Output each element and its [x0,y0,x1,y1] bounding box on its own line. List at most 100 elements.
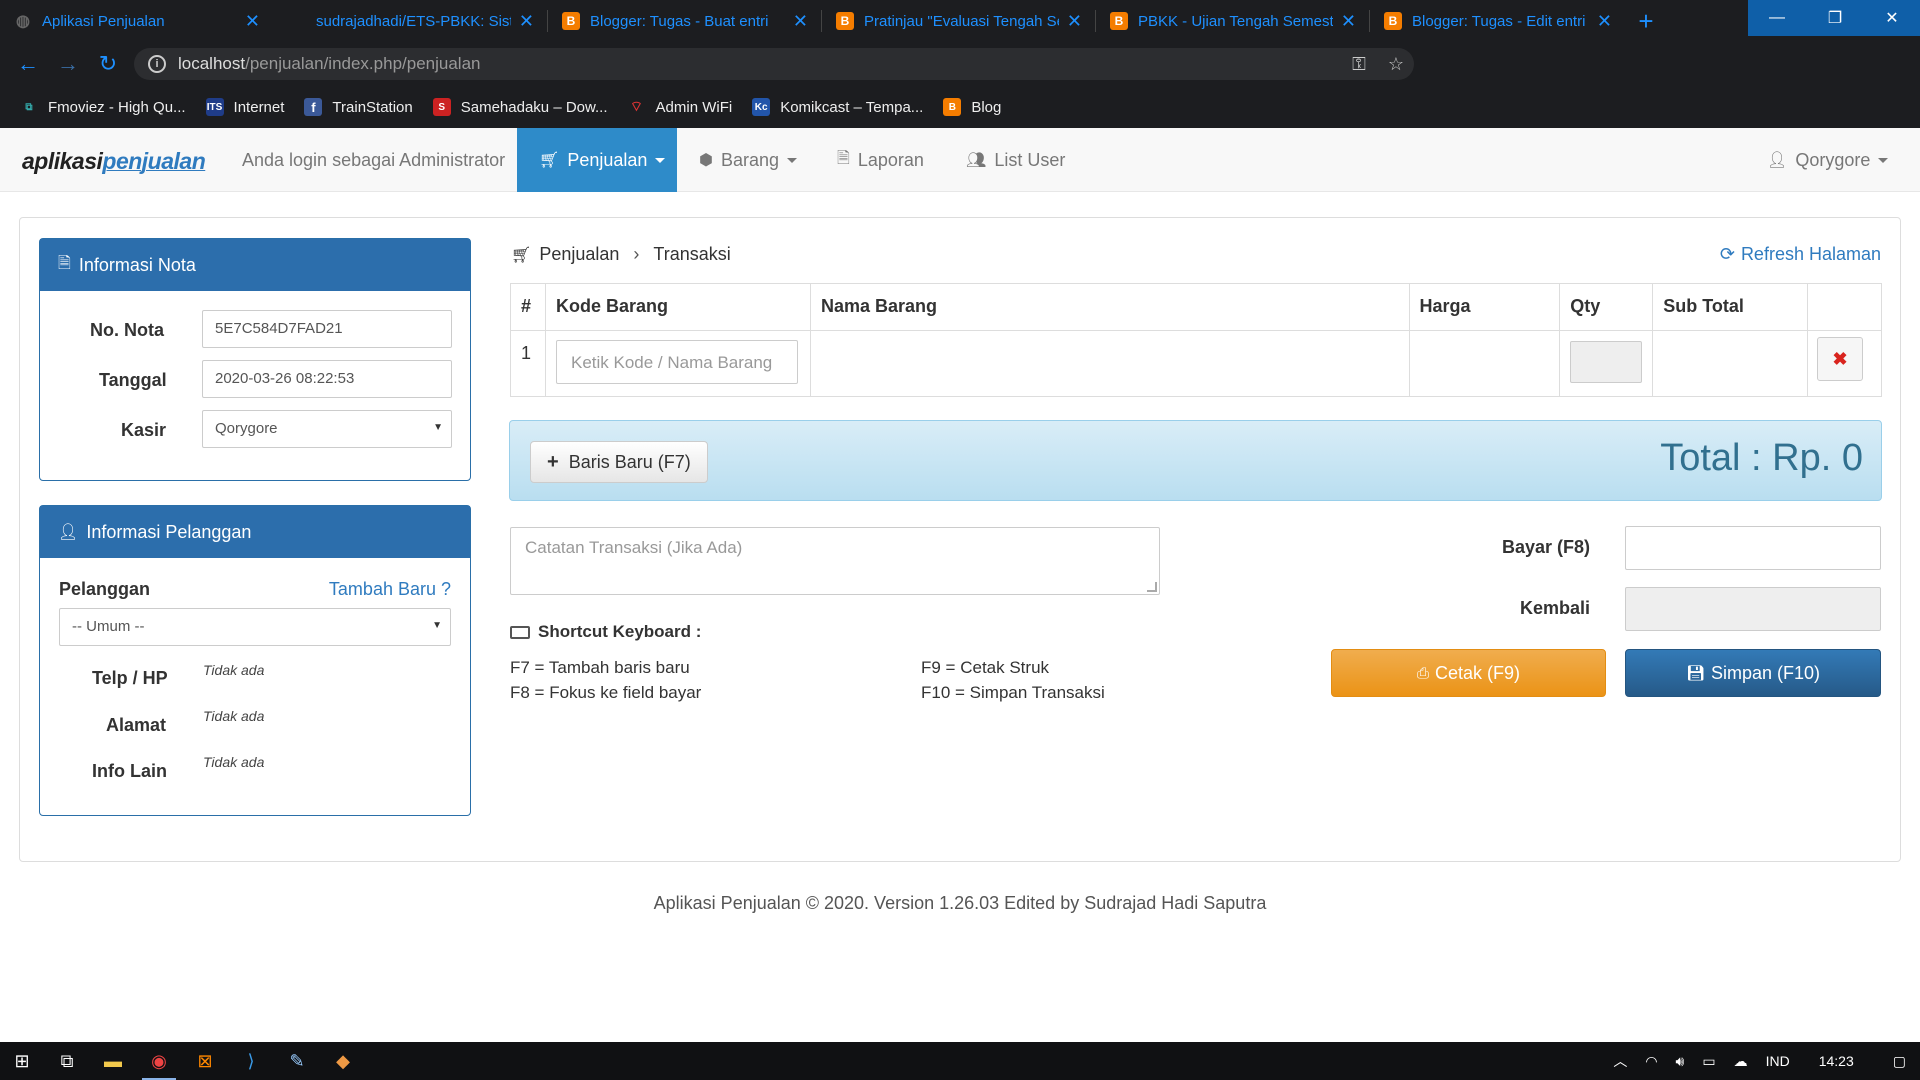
kode-cell: Ketik Kode / Nama Barang [544,330,811,397]
kasir-select[interactable]: Qorygore [202,410,452,448]
bookmark-item[interactable]: B Blog [943,98,1001,116]
browser-tab[interactable]: sudrajadhadi/ETS-PBKK: Siste ✕ [274,0,548,42]
delete-row-button[interactable]: ✖ [1817,337,1863,381]
nav-user-menu[interactable]: 👤︎ Qorygore [1745,128,1910,192]
add-row-button[interactable]: + Baris Baru (F7) [530,441,708,483]
forward-button[interactable]: → [48,42,88,86]
refresh-link[interactable]: ⟳ Refresh Halaman [1720,244,1881,265]
blogger-icon: B [943,98,962,116]
simpan-button[interactable]: 💾︎ Simpan (F10) [1625,649,1881,697]
col-header-nama: Nama Barang [809,283,1410,331]
close-icon: ✖ [1832,348,1848,369]
browser-tab[interactable]: ◍ Aplikasi Penjualan ✕ [0,0,274,42]
bookmark-item[interactable]: ⧉ Fmoviez - High Qu... [20,98,185,116]
new-tab-button[interactable]: + [1626,0,1666,42]
bayar-input[interactable] [1625,526,1881,570]
chevron-up-icon[interactable]: ︿ [1613,1051,1627,1071]
xampp-icon[interactable]: ⊠ [182,1042,228,1080]
alamat-value: Tidak ada [203,708,265,724]
window-close-button[interactable]: ✕ [1864,0,1920,36]
browser-tab[interactable]: B Blogger: Tugas - Buat entri ✕ [548,0,822,42]
kode-barang-input[interactable]: Ketik Kode / Nama Barang [555,340,798,384]
restore-button[interactable]: ❐ [1806,0,1864,36]
brand-logo[interactable]: aplikasipenjualan [22,148,206,175]
close-icon[interactable]: ✕ [1341,11,1356,32]
komikcast-icon: Kc [752,98,771,116]
onedrive-icon[interactable]: ☁ [1734,1053,1748,1070]
back-button[interactable]: ← [8,42,48,86]
brand-part1: aplikasi [22,148,103,174]
notification-icon[interactable]: ▢ [1893,1053,1906,1070]
os-taskbar: ⊞ ⧉ ▬ ◉ ⊠ ⟩ ✎ ◆ ︿ ◠ 🔊︎ ▭ ☁ IND 14:23 ▢ [0,1042,1920,1080]
caret-down-icon [1878,157,1889,163]
bookmark-item[interactable]: ⌔ Admin WiFi [628,98,732,116]
pelanggan-select[interactable]: -- Umum -- [59,608,451,646]
nav-label: Penjualan [567,149,648,170]
close-icon[interactable]: ✕ [245,11,260,32]
bookmark-label: TrainStation [332,98,413,116]
telp-label: Telp / HP [92,668,168,688]
nav-label: List User [994,149,1066,170]
clock[interactable]: 14:23 [1819,1053,1854,1069]
close-icon[interactable]: ✕ [519,11,534,32]
info-lain-value: Tidak ada [203,754,265,770]
volume-icon[interactable]: 🔊︎ [1676,1053,1685,1070]
windows-start-icon[interactable]: ⊞ [0,1042,44,1080]
key-icon[interactable]: ⚿ [1352,54,1366,75]
minimize-button[interactable]: — [1748,0,1806,36]
nav-barang[interactable]: ⬢ Barang [677,128,819,192]
nota-tanggal-label: Tanggal [99,370,167,390]
nav-laporan[interactable]: 🗎 Laporan [815,128,946,192]
reload-button[interactable]: ↻ [88,42,128,86]
close-icon[interactable]: ✕ [1597,11,1612,32]
shortcut-item: F9 = Cetak Struk [921,658,1050,677]
bookmark-item[interactable]: ITS Internet [205,98,284,116]
close-icon[interactable]: ✕ [793,11,808,32]
nav-list-user[interactable]: 👥︎ List User [944,128,1087,192]
add-row-label: Baris Baru (F7) [568,451,691,472]
pelanggan-box-header: 👤︎ Informasi Pelanggan [40,506,470,558]
blogger-icon: B [836,12,854,30]
qty-input[interactable] [1570,341,1643,383]
wifi-icon[interactable]: ◠ [1645,1053,1657,1070]
browser-tab-strip: ◍ Aplikasi Penjualan ✕ sudrajadhadi/ETS-… [0,0,1920,42]
task-view-icon[interactable]: ⧉ [44,1042,90,1080]
bookmark-item[interactable]: f TrainStation [304,98,413,116]
bookmark-item[interactable]: S Samehadaku – Dow... [432,98,608,116]
bookmark-label: Komikcast – Tempa... [780,98,924,116]
star-icon[interactable]: ☆ [1388,54,1404,75]
close-icon[interactable]: ✕ [1067,11,1082,32]
tambah-pelanggan-link[interactable]: Tambah Baru ? [329,579,451,600]
col-header-qty: Qty [1559,283,1654,331]
cetak-button[interactable]: ⎙ Cetak (F9) [1331,649,1606,697]
nav-penjualan[interactable]: 🛒︎ Penjualan [517,128,677,192]
url-input[interactable]: i localhost/penjualan/index.php/penjuala… [134,48,1414,80]
cetak-label: Cetak (F9) [1434,662,1521,683]
app-icon: ◍ [16,13,30,30]
battery-icon[interactable]: ▭ [1702,1053,1715,1070]
breadcrumb-root[interactable]: Penjualan [539,244,619,265]
bookmark-item[interactable]: Kc Komikcast – Tempa... [752,98,923,116]
tab-title: Aplikasi Penjualan [42,12,165,30]
user-icon: 👤︎ [1767,152,1788,169]
browser-tab[interactable]: B PBKK - Ujian Tengah Semeste ✕ [1096,0,1370,42]
tab-title: PBKK - Ujian Tengah Semeste [1138,12,1333,30]
nav-label: Laporan [857,149,924,170]
file-explorer-icon[interactable]: ▬ [90,1042,136,1080]
cube-icon: ⬢ [699,152,713,169]
browser-tab[interactable]: B Blogger: Tugas - Edit entri ✕ [1370,0,1626,42]
git-icon[interactable]: ◆ [320,1042,366,1080]
info-icon[interactable]: i [148,55,166,73]
col-header-subtotal: Sub Total [1652,283,1808,331]
login-status-text: Anda login sebagai Administrator [242,150,506,170]
catatan-textarea[interactable]: Catatan Transaksi (Jika Ada) [510,527,1160,595]
browser-tab[interactable]: B Pratinjau "Evaluasi Tengah Se ✕ [822,0,1096,42]
breadcrumb: 🛒︎ Penjualan › Transaksi [511,244,731,265]
vscode-icon[interactable]: ⟩ [228,1042,274,1080]
total-amount: Total : Rp. 0 [1660,437,1863,479]
tab-title: Blogger: Tugas - Buat entri [590,12,769,30]
pelanggan-box: 👤︎ Informasi Pelanggan Pelanggan Tambah B… [39,505,471,816]
notepad-icon[interactable]: ✎ [274,1042,320,1080]
chrome-icon[interactable]: ◉ [136,1042,182,1080]
language-indicator[interactable]: IND [1766,1053,1790,1069]
